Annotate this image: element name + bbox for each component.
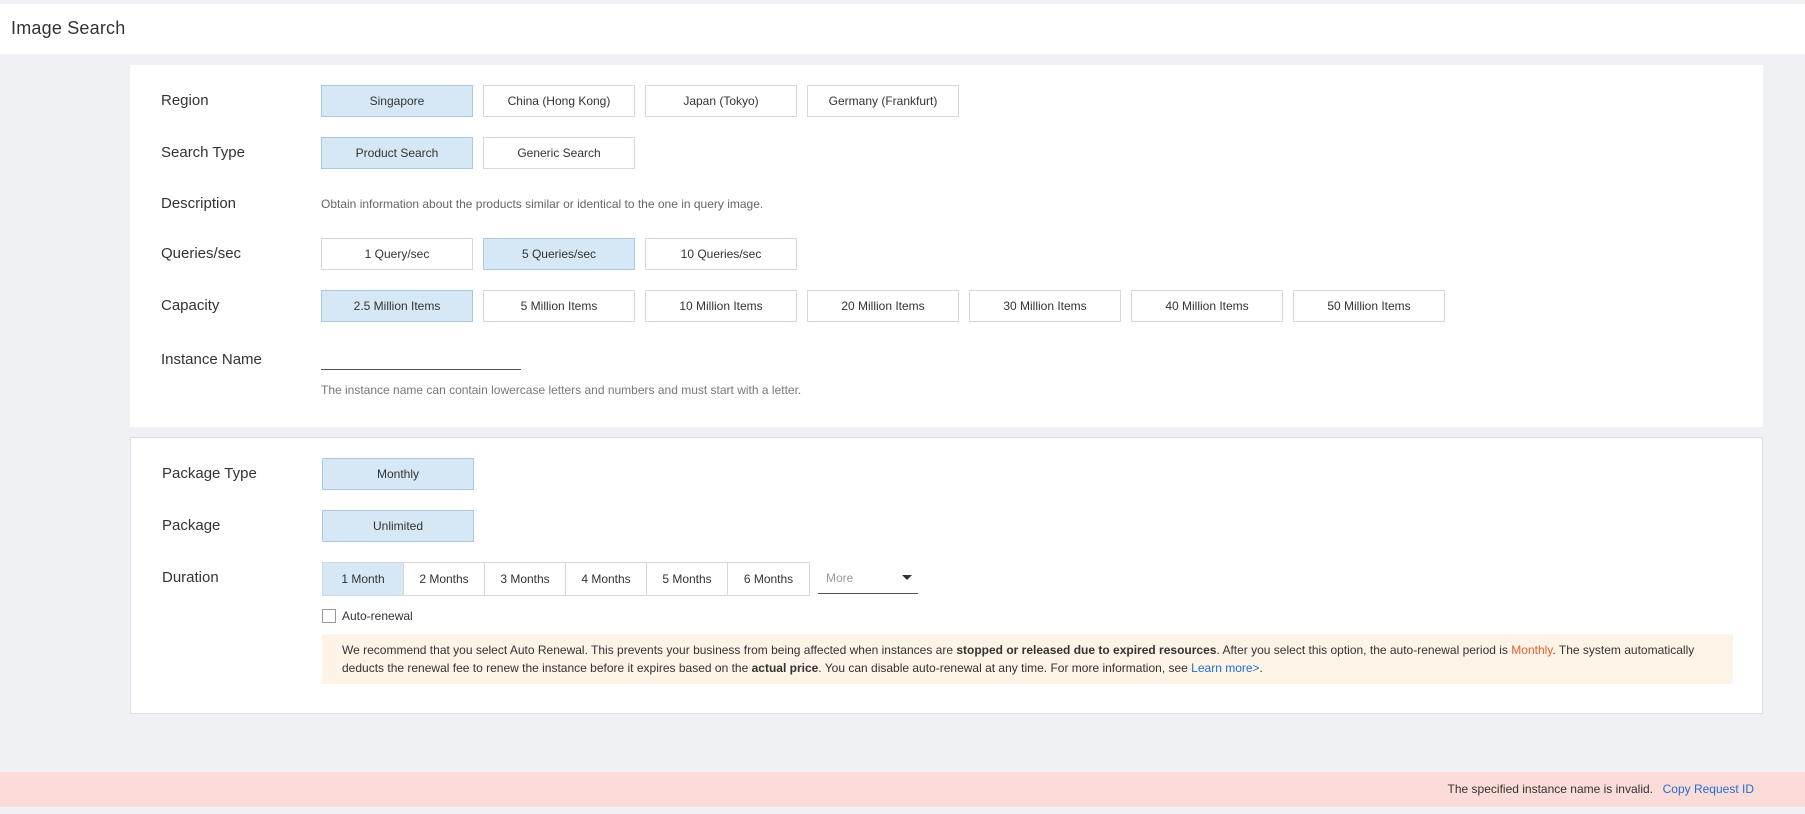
duration-2-months[interactable]: 2 Months: [404, 563, 485, 595]
duration-1-month[interactable]: 1 Month: [323, 563, 404, 595]
chevron-down-icon: [902, 575, 912, 580]
capacity-option-50m[interactable]: 50 Million Items: [1293, 290, 1445, 322]
region-option-frankfurt[interactable]: Germany (Frankfurt): [807, 85, 959, 117]
search-type-generic[interactable]: Generic Search: [483, 137, 635, 169]
package-options: Unlimited: [322, 510, 474, 542]
package-label: Package: [162, 517, 221, 534]
duration-label: Duration: [162, 569, 219, 586]
page-header: Image Search: [0, 4, 1805, 54]
duration-more-dropdown[interactable]: More: [818, 562, 918, 594]
learn-more-link[interactable]: Learn more>: [1191, 661, 1259, 675]
instance-name-label: Instance Name: [161, 351, 262, 368]
notice-bold-text: actual price: [751, 661, 819, 675]
package-unlimited[interactable]: Unlimited: [322, 510, 474, 542]
region-options: Singapore China (Hong Kong) Japan (Tokyo…: [321, 85, 959, 117]
capacity-label: Capacity: [161, 297, 220, 314]
capacity-options: 2.5 Million Items 5 Million Items 10 Mil…: [321, 290, 1445, 322]
search-type-label: Search Type: [161, 144, 245, 161]
region-option-hong-kong[interactable]: China (Hong Kong): [483, 85, 635, 117]
search-type-product[interactable]: Product Search: [321, 137, 473, 169]
auto-renewal-notice: We recommend that you select Auto Renewa…: [322, 634, 1733, 684]
queries-options: 1 Query/sec 5 Queries/sec 10 Queries/sec: [321, 238, 797, 270]
duration-6-months[interactable]: 6 Months: [728, 563, 809, 595]
region-option-singapore[interactable]: Singapore: [321, 85, 473, 117]
queries-option-10[interactable]: 10 Queries/sec: [645, 238, 797, 270]
notice-bold-text: stopped or released due to expired resou…: [956, 643, 1217, 657]
duration-4-months[interactable]: 4 Months: [566, 563, 647, 595]
capacity-option-20m[interactable]: 20 Million Items: [807, 290, 959, 322]
instance-name-underline: [321, 369, 521, 370]
queries-option-5[interactable]: 5 Queries/sec: [483, 238, 635, 270]
instance-config-panel: Region Singapore China (Hong Kong) Japan…: [130, 65, 1763, 427]
package-type-options: Monthly: [322, 458, 474, 490]
instance-name-input[interactable]: [321, 347, 525, 371]
notice-text: . You can disable auto-renewal at any ti…: [818, 661, 1192, 675]
auto-renewal-row: Auto-renewal: [322, 609, 413, 623]
queries-label: Queries/sec: [161, 245, 242, 262]
region-label: Region: [161, 92, 209, 109]
package-type-label: Package Type: [162, 465, 257, 482]
capacity-option-5m[interactable]: 5 Million Items: [483, 290, 635, 322]
billing-panel: Package Type Monthly Package Unlimited D…: [130, 437, 1763, 714]
capacity-option-2-5m[interactable]: 2.5 Million Items: [321, 290, 473, 322]
notice-text: We recommend that you select Auto Renewa…: [342, 643, 957, 657]
page-title: Image Search: [11, 18, 126, 38]
capacity-option-40m[interactable]: 40 Million Items: [1131, 290, 1283, 322]
notice-text: .: [1259, 661, 1263, 675]
notice-period-highlight: Monthly: [1511, 643, 1553, 657]
auto-renewal-label: Auto-renewal: [342, 609, 413, 623]
region-option-tokyo[interactable]: Japan (Tokyo): [645, 85, 797, 117]
capacity-option-30m[interactable]: 30 Million Items: [969, 290, 1121, 322]
duration-3-months[interactable]: 3 Months: [485, 563, 566, 595]
search-type-options: Product Search Generic Search: [321, 137, 635, 169]
package-type-monthly[interactable]: Monthly: [322, 458, 474, 490]
instance-name-help: The instance name can contain lowercase …: [321, 383, 802, 397]
copy-request-id-link[interactable]: Copy Request ID: [1663, 782, 1754, 796]
auto-renewal-checkbox[interactable]: [322, 609, 336, 623]
capacity-option-10m[interactable]: 10 Million Items: [645, 290, 797, 322]
error-bar: The specified instance name is invalid. …: [0, 772, 1805, 807]
duration-options: 1 Month 2 Months 3 Months 4 Months 5 Mon…: [322, 562, 810, 596]
notice-text: . After you select this option, the auto…: [1216, 643, 1512, 657]
description-text: Obtain information about the products si…: [321, 197, 764, 211]
duration-5-months[interactable]: 5 Months: [647, 563, 728, 595]
queries-option-1[interactable]: 1 Query/sec: [321, 238, 473, 270]
duration-more-label: More: [826, 570, 854, 585]
description-label: Description: [161, 195, 237, 212]
error-message: The specified instance name is invalid.: [1447, 782, 1653, 796]
